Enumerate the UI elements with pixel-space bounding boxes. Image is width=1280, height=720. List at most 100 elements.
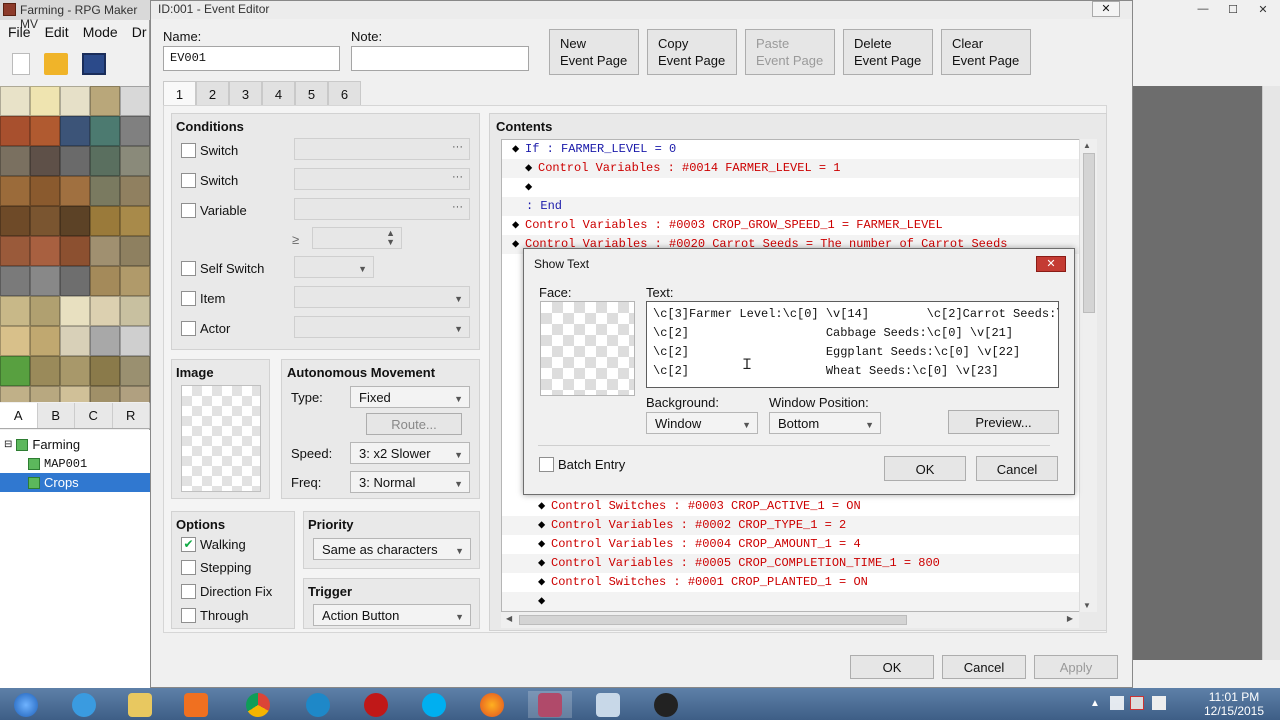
walking-checkbox[interactable]: ✔ bbox=[181, 537, 196, 552]
cancel-button[interactable]: Cancel bbox=[942, 655, 1026, 679]
event-command-row[interactable]: ◆ Control Variables : #0002 CROP_TYPE_1 =… bbox=[502, 516, 1092, 535]
switch2-checkbox[interactable] bbox=[181, 173, 196, 188]
switch2-selector[interactable]: ··· bbox=[294, 168, 470, 190]
map-vertical-scrollbar[interactable] bbox=[1262, 86, 1280, 660]
switch1-checkbox[interactable] bbox=[181, 143, 196, 158]
item-select[interactable]: ▼ bbox=[294, 286, 470, 308]
taskbar-app[interactable] bbox=[296, 691, 340, 718]
taskbar-media[interactable] bbox=[174, 691, 218, 718]
clear-event-page-button[interactable]: Clear Event Page bbox=[941, 29, 1031, 75]
event-image-preview[interactable] bbox=[181, 385, 261, 492]
event-command-row[interactable]: ◆ Control Switches : #0001 CROP_PLANTED_1… bbox=[502, 573, 1092, 592]
switch1-selector[interactable]: ··· bbox=[294, 138, 470, 160]
item-checkbox[interactable] bbox=[181, 291, 196, 306]
volume-icon[interactable] bbox=[1152, 696, 1166, 710]
minimize-icon[interactable]: — bbox=[1188, 3, 1218, 19]
tray-chevron-icon[interactable]: ▲ bbox=[1090, 698, 1100, 709]
open-folder-icon[interactable] bbox=[44, 53, 68, 75]
tileset-tab-c[interactable]: C bbox=[75, 403, 113, 428]
tileset-tab-b[interactable]: B bbox=[38, 403, 75, 428]
event-command-row[interactable]: ◆ Control Variables : #0005 CROP_COMPLETI… bbox=[502, 554, 1092, 573]
route-button[interactable]: Route... bbox=[366, 413, 462, 435]
tab-page-1[interactable]: 1 bbox=[163, 81, 196, 105]
show-text-ok-button[interactable]: OK bbox=[884, 456, 966, 481]
event-command-row[interactable]: ◆ bbox=[502, 592, 1092, 611]
background-select[interactable]: Window ▼ bbox=[646, 412, 758, 434]
start-button[interactable] bbox=[4, 691, 48, 718]
through-checkbox[interactable] bbox=[181, 608, 196, 623]
taskbar-chrome[interactable] bbox=[236, 691, 280, 718]
tab-page-4[interactable]: 4 bbox=[262, 81, 295, 105]
new-project-icon[interactable] bbox=[12, 53, 30, 75]
taskbar-skype[interactable] bbox=[412, 691, 456, 718]
face-image-preview[interactable] bbox=[540, 301, 635, 396]
collapse-icon[interactable]: ⊟ bbox=[4, 439, 12, 450]
vertical-scroll-thumb[interactable] bbox=[1083, 153, 1095, 313]
taskbar-calculator[interactable] bbox=[586, 691, 630, 718]
map-tree-map001[interactable]: MAP001 bbox=[0, 454, 150, 473]
tab-page-5[interactable]: 5 bbox=[295, 81, 328, 105]
scroll-right-icon[interactable]: ▶ bbox=[1067, 614, 1073, 623]
preview-button[interactable]: Preview... bbox=[948, 410, 1059, 434]
event-command-row[interactable]: ◆ bbox=[502, 178, 1092, 197]
taskbar-app2[interactable] bbox=[354, 691, 398, 718]
priority-select[interactable]: Same as characters ▼ bbox=[313, 538, 471, 560]
note-field[interactable] bbox=[351, 46, 529, 71]
horizontal-scroll-thumb[interactable] bbox=[519, 615, 907, 625]
maximize-icon[interactable]: ☐ bbox=[1218, 3, 1248, 19]
menu-draw[interactable]: Dr bbox=[132, 24, 147, 42]
action-center-icon[interactable] bbox=[1110, 696, 1124, 710]
event-command-row[interactable]: : End bbox=[502, 197, 1092, 216]
show-text-cancel-button[interactable]: Cancel bbox=[976, 456, 1058, 481]
map-tree-root[interactable]: ⊟ Farming bbox=[0, 435, 150, 454]
self-switch-checkbox[interactable] bbox=[181, 261, 196, 276]
copy-event-page-button[interactable]: Copy Event Page bbox=[647, 29, 737, 75]
event-command-row[interactable]: ◆ Control Variables : #0014 FARMER_LEVEL … bbox=[502, 159, 1092, 178]
trigger-select[interactable]: Action Button ▼ bbox=[313, 604, 471, 626]
ok-button[interactable]: OK bbox=[850, 655, 934, 679]
menu-file[interactable]: File bbox=[8, 24, 31, 42]
delete-event-page-button[interactable]: Delete Event Page bbox=[843, 29, 933, 75]
actor-select[interactable]: ▼ bbox=[294, 316, 470, 338]
menu-edit[interactable]: Edit bbox=[45, 24, 69, 42]
scroll-down-icon[interactable]: ▼ bbox=[1083, 601, 1091, 610]
close-icon[interactable]: ✕ bbox=[1036, 256, 1066, 272]
name-field[interactable]: EV001 bbox=[163, 46, 340, 71]
close-icon[interactable]: ✕ bbox=[1092, 1, 1120, 17]
event-command-row[interactable]: ◆ Control Variables : #0004 CROP_AMOUNT_1… bbox=[502, 535, 1092, 554]
map-tree-crops[interactable]: Crops bbox=[0, 473, 150, 492]
tileset-tab-r[interactable]: R bbox=[113, 403, 150, 428]
variable-checkbox[interactable] bbox=[181, 203, 196, 218]
variable-selector[interactable]: ··· bbox=[294, 198, 470, 220]
close-icon[interactable]: ✕ bbox=[1248, 3, 1278, 19]
actor-checkbox[interactable] bbox=[181, 321, 196, 336]
new-event-page-button[interactable]: New Event Page bbox=[549, 29, 639, 75]
scroll-up-icon[interactable]: ▲ bbox=[1083, 141, 1091, 150]
movement-freq-select[interactable]: 3: Normal ▼ bbox=[350, 471, 470, 493]
map-canvas[interactable] bbox=[1133, 86, 1268, 660]
contents-horizontal-scrollbar[interactable]: ◀ ▶ bbox=[501, 612, 1079, 628]
tileset-palette[interactable] bbox=[0, 86, 150, 402]
taskbar-firefox[interactable] bbox=[470, 691, 514, 718]
scroll-left-icon[interactable]: ◀ bbox=[506, 614, 512, 623]
apply-button[interactable]: Apply bbox=[1034, 655, 1118, 679]
message-text-area[interactable]: \c[3]Farmer Level:\c[0] \v[14] \c[2]Carr… bbox=[646, 301, 1059, 388]
tab-page-3[interactable]: 3 bbox=[229, 81, 262, 105]
taskbar-rpg-maker[interactable] bbox=[528, 691, 572, 718]
batch-entry-checkbox[interactable] bbox=[539, 457, 554, 472]
contents-vertical-scrollbar[interactable]: ▲ ▼ bbox=[1079, 139, 1097, 612]
menu-mode[interactable]: Mode bbox=[83, 24, 118, 42]
direction-fix-checkbox[interactable] bbox=[181, 584, 196, 599]
stepping-checkbox[interactable] bbox=[181, 560, 196, 575]
self-switch-select[interactable]: ▼ bbox=[294, 256, 374, 278]
taskbar-clock[interactable]: 11:01 PM 12/15/2015 bbox=[1202, 690, 1266, 718]
event-command-row[interactable]: ◆ Control Variables : #0003 CROP_GROW_SPE… bbox=[502, 216, 1092, 235]
taskbar-obs[interactable] bbox=[644, 691, 688, 718]
save-icon[interactable] bbox=[82, 53, 106, 75]
movement-type-select[interactable]: Fixed ▼ bbox=[350, 386, 470, 408]
tab-page-2[interactable]: 2 bbox=[196, 81, 229, 105]
window-position-select[interactable]: Bottom ▼ bbox=[769, 412, 881, 434]
variable-value-spinner[interactable]: ▲ ▼ bbox=[312, 227, 402, 249]
event-command-row[interactable]: ◆ If : FARMER_LEVEL = 0 bbox=[502, 140, 1092, 159]
taskbar-explorer[interactable] bbox=[118, 691, 162, 718]
